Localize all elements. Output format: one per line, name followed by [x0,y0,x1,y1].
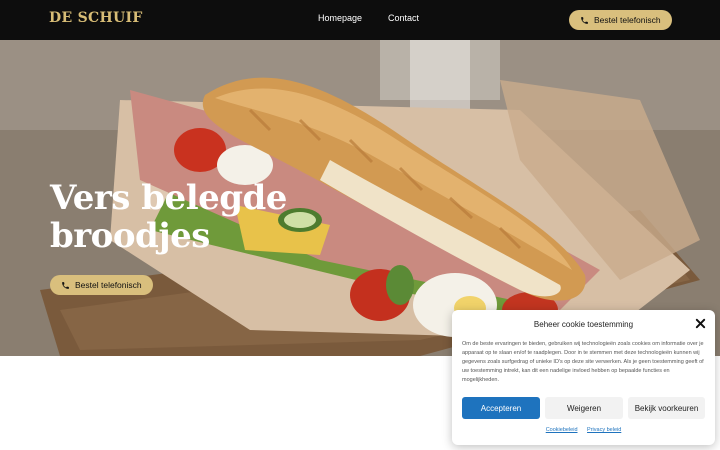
cookie-dialog-title: Beheer cookie toestemming [533,320,634,329]
deny-cookies-button[interactable]: Weigeren [545,397,623,419]
hero-title: Vers belegde broodjes [50,178,287,256]
nav-contact-link[interactable]: Contact [388,13,419,23]
view-preferences-button[interactable]: Bekijk voorkeuren [628,397,705,419]
hero-order-phone-button[interactable]: Bestel telefonisch [50,275,153,295]
header-order-phone-label: Bestel telefonisch [594,15,661,25]
cookie-policy-links: Cookiebeleid Privacy beleid [452,427,715,433]
site-header: DE SCHUIF Homepage Contact Bestel telefo… [0,0,720,40]
nav-homepage-link[interactable]: Homepage [318,13,362,23]
site-logo[interactable]: DE SCHUIF [49,10,143,26]
cookie-dialog-text: Om de beste ervaringen te bieden, gebrui… [462,341,704,383]
hero-order-phone-label: Bestel telefonisch [75,280,142,290]
close-icon[interactable] [695,318,706,329]
accept-cookies-button[interactable]: Accepteren [462,397,540,419]
cookie-policy-link[interactable]: Cookiebeleid [546,427,578,433]
hero-section: Vers belegde broodjes Bestel telefonisch [0,40,720,356]
cookie-consent-dialog: Beheer cookie toestemming Om de beste er… [452,310,715,445]
privacy-policy-link[interactable]: Privacy beleid [587,427,621,433]
header-order-phone-button[interactable]: Bestel telefonisch [569,10,672,30]
phone-icon [62,281,69,289]
phone-icon [581,16,588,24]
